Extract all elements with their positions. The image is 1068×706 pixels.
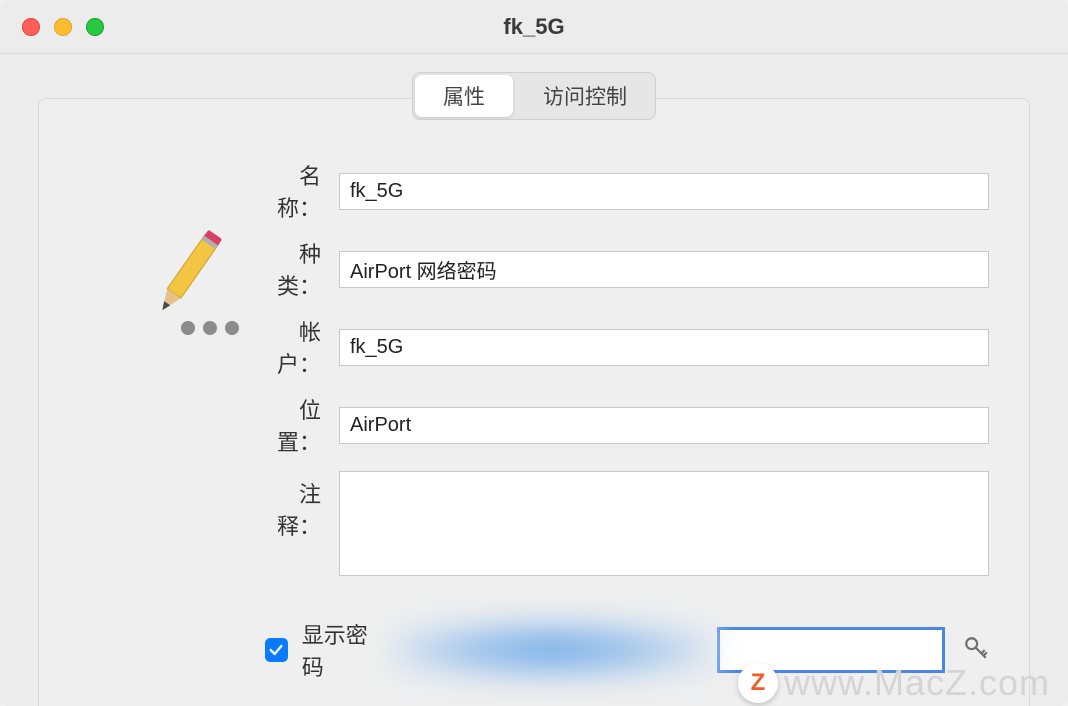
minimize-icon[interactable] xyxy=(54,18,72,36)
comment-field[interactable] xyxy=(339,471,989,576)
password-obscured xyxy=(391,620,713,680)
key-icon[interactable] xyxy=(963,635,989,666)
kind-field[interactable] xyxy=(339,251,989,288)
attributes-panel: 名称： 种类： 帐户： 位置： 注释： 显 xyxy=(38,98,1030,706)
titlebar: fk_5G xyxy=(0,0,1068,54)
show-password-label: 显示密码 xyxy=(302,618,385,682)
location-field[interactable] xyxy=(339,407,989,444)
window-title: fk_5G xyxy=(20,14,1048,40)
keychain-item-window: fk_5G 属性 访问控制 xyxy=(0,0,1068,706)
kind-label: 种类： xyxy=(269,237,321,301)
account-field[interactable] xyxy=(339,329,989,366)
show-password-checkbox[interactable] xyxy=(265,638,288,662)
name-label: 名称： xyxy=(269,159,321,223)
password-field[interactable] xyxy=(717,627,945,673)
zoom-icon[interactable] xyxy=(86,18,104,36)
close-icon[interactable] xyxy=(22,18,40,36)
tab-attributes[interactable]: 属性 xyxy=(415,75,513,117)
traffic-lights xyxy=(22,18,104,36)
comment-label: 注释： xyxy=(269,477,321,541)
tab-access-control[interactable]: 访问控制 xyxy=(515,73,655,119)
name-field[interactable] xyxy=(339,173,989,210)
account-label: 帐户： xyxy=(269,315,321,379)
location-label: 位置： xyxy=(269,393,321,457)
tab-bar: 属性 访问控制 xyxy=(412,72,656,120)
